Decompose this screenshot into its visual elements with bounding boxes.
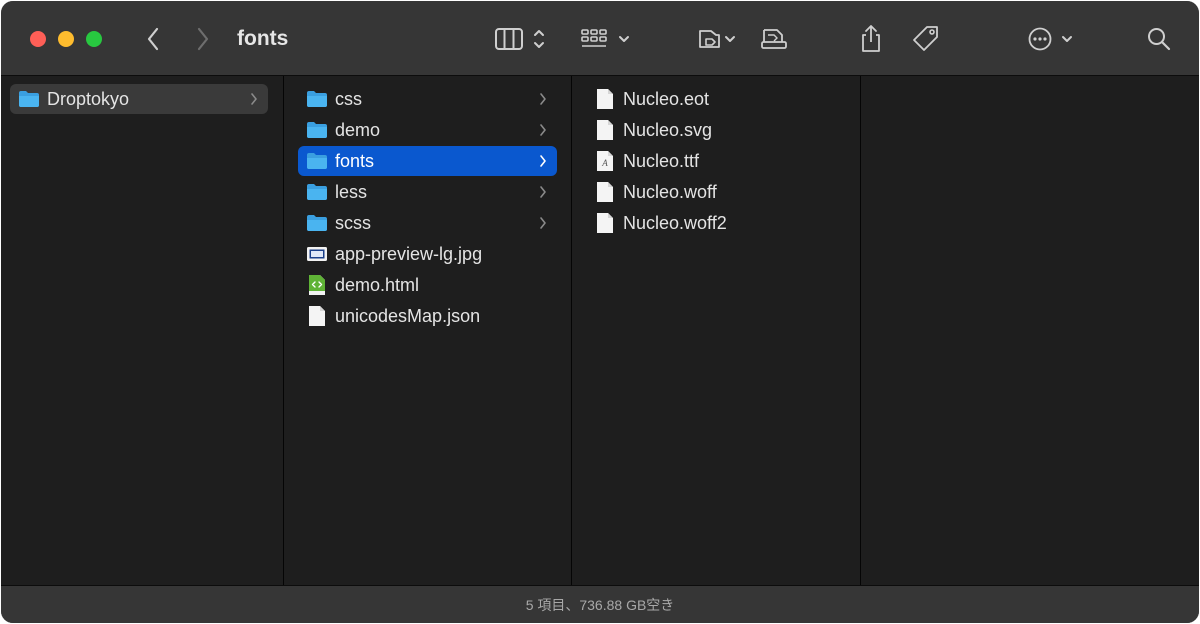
zoom-window-button[interactable] xyxy=(86,31,102,47)
folder-icon xyxy=(306,150,328,172)
chevron-right-icon xyxy=(538,91,548,107)
list-item-label: scss xyxy=(335,212,371,233)
chevron-right-icon xyxy=(197,27,209,51)
close-window-button[interactable] xyxy=(30,31,46,47)
list-item[interactable]: demo xyxy=(298,115,557,145)
folder-icon xyxy=(306,212,328,234)
window-title: fonts xyxy=(237,27,289,50)
column-4 xyxy=(861,76,1199,585)
list-item-label: demo xyxy=(335,119,381,140)
forward-button[interactable] xyxy=(191,23,215,55)
folder-icon xyxy=(306,181,328,203)
drive-icon xyxy=(761,29,787,49)
folder-icon xyxy=(306,119,328,141)
list-item[interactable]: less xyxy=(298,177,557,207)
list-item[interactable]: Nucleo.woff xyxy=(586,177,845,207)
list-item-label: fonts xyxy=(335,150,375,171)
chevron-right-icon xyxy=(538,153,548,169)
folder-icon xyxy=(306,88,328,110)
grid-group-icon xyxy=(581,29,629,47)
status-text: 5 項目、736.88 GB空き xyxy=(525,597,675,613)
svg-text:A: A xyxy=(601,158,608,168)
chevron-right-icon xyxy=(538,122,548,138)
group-button[interactable] xyxy=(579,23,633,55)
more-actions-button[interactable] xyxy=(1025,23,1079,55)
toolbar: fonts xyxy=(1,1,1199,76)
list-item[interactable]: Nucleo.eot xyxy=(586,84,845,114)
chevron-right-icon xyxy=(538,215,548,231)
column-1: Droptokyo xyxy=(1,76,284,585)
list-item-label: css xyxy=(335,88,362,109)
image-file-icon xyxy=(306,243,328,265)
list-item[interactable]: unicodesMap.json xyxy=(298,301,557,331)
folder-icon xyxy=(18,88,40,110)
font-file-icon: A xyxy=(594,150,616,172)
list-item[interactable]: app-preview-lg.jpg xyxy=(298,239,557,269)
html-file-icon xyxy=(306,274,328,296)
list-item-label: demo.html xyxy=(335,274,420,295)
list-item[interactable]: Nucleo.woff2 xyxy=(586,208,845,238)
share-button[interactable] xyxy=(857,23,885,55)
ellipsis-circle-icon xyxy=(1028,27,1072,51)
back-button[interactable] xyxy=(141,23,165,55)
document-icon xyxy=(594,181,616,203)
list-item[interactable]: scss xyxy=(298,208,557,238)
view-columns-button[interactable] xyxy=(493,23,551,55)
list-item-label: Nucleo.eot xyxy=(623,88,710,109)
search-button[interactable] xyxy=(1145,23,1173,55)
list-item-label: app-preview-lg.jpg xyxy=(335,243,483,264)
tag-icon xyxy=(913,26,938,51)
finder-window: fonts Droptokyo css demo fonts less scss… xyxy=(1,1,1199,623)
folder-tag-icon xyxy=(699,30,735,48)
document-icon xyxy=(306,305,328,327)
list-item-label: Nucleo.woff2 xyxy=(623,212,727,233)
list-item-label: Nucleo.woff xyxy=(623,181,717,202)
status-bar: 5 項目、736.88 GB空き xyxy=(1,585,1199,623)
document-icon xyxy=(594,88,616,110)
chevron-right-icon xyxy=(249,91,259,107)
list-item-label: unicodesMap.json xyxy=(335,305,481,326)
list-item[interactable]: A Nucleo.ttf xyxy=(586,146,845,176)
list-item[interactable]: css xyxy=(298,84,557,114)
list-item[interactable]: fonts xyxy=(298,146,557,176)
list-item-label: less xyxy=(335,181,368,202)
list-item[interactable]: demo.html xyxy=(298,270,557,300)
column-2: css demo fonts less scss app-preview-lg.jpg de… xyxy=(284,76,572,585)
chevron-right-icon xyxy=(538,184,548,200)
minimize-window-button[interactable] xyxy=(58,31,74,47)
list-item-label: Nucleo.svg xyxy=(623,119,713,140)
chevron-left-icon xyxy=(147,27,159,51)
column-browser: Droptokyo css demo fonts less scss app-previe… xyxy=(1,76,1199,585)
drive-button[interactable] xyxy=(759,23,789,55)
list-item[interactable]: Droptokyo xyxy=(10,84,268,114)
document-icon xyxy=(594,119,616,141)
column-3: Nucleo.eot Nucleo.svg A Nucleo.ttf Nucleo.wo… xyxy=(572,76,861,585)
list-item-label: Droptokyo xyxy=(47,88,130,109)
list-item-label: Nucleo.ttf xyxy=(623,150,700,171)
columns-view-icon xyxy=(495,28,544,50)
document-icon xyxy=(594,212,616,234)
tag-button[interactable] xyxy=(911,23,941,55)
folder-tag-button[interactable] xyxy=(697,23,739,55)
search-icon xyxy=(1148,28,1171,51)
share-icon xyxy=(862,25,880,52)
list-item[interactable]: Nucleo.svg xyxy=(586,115,845,145)
